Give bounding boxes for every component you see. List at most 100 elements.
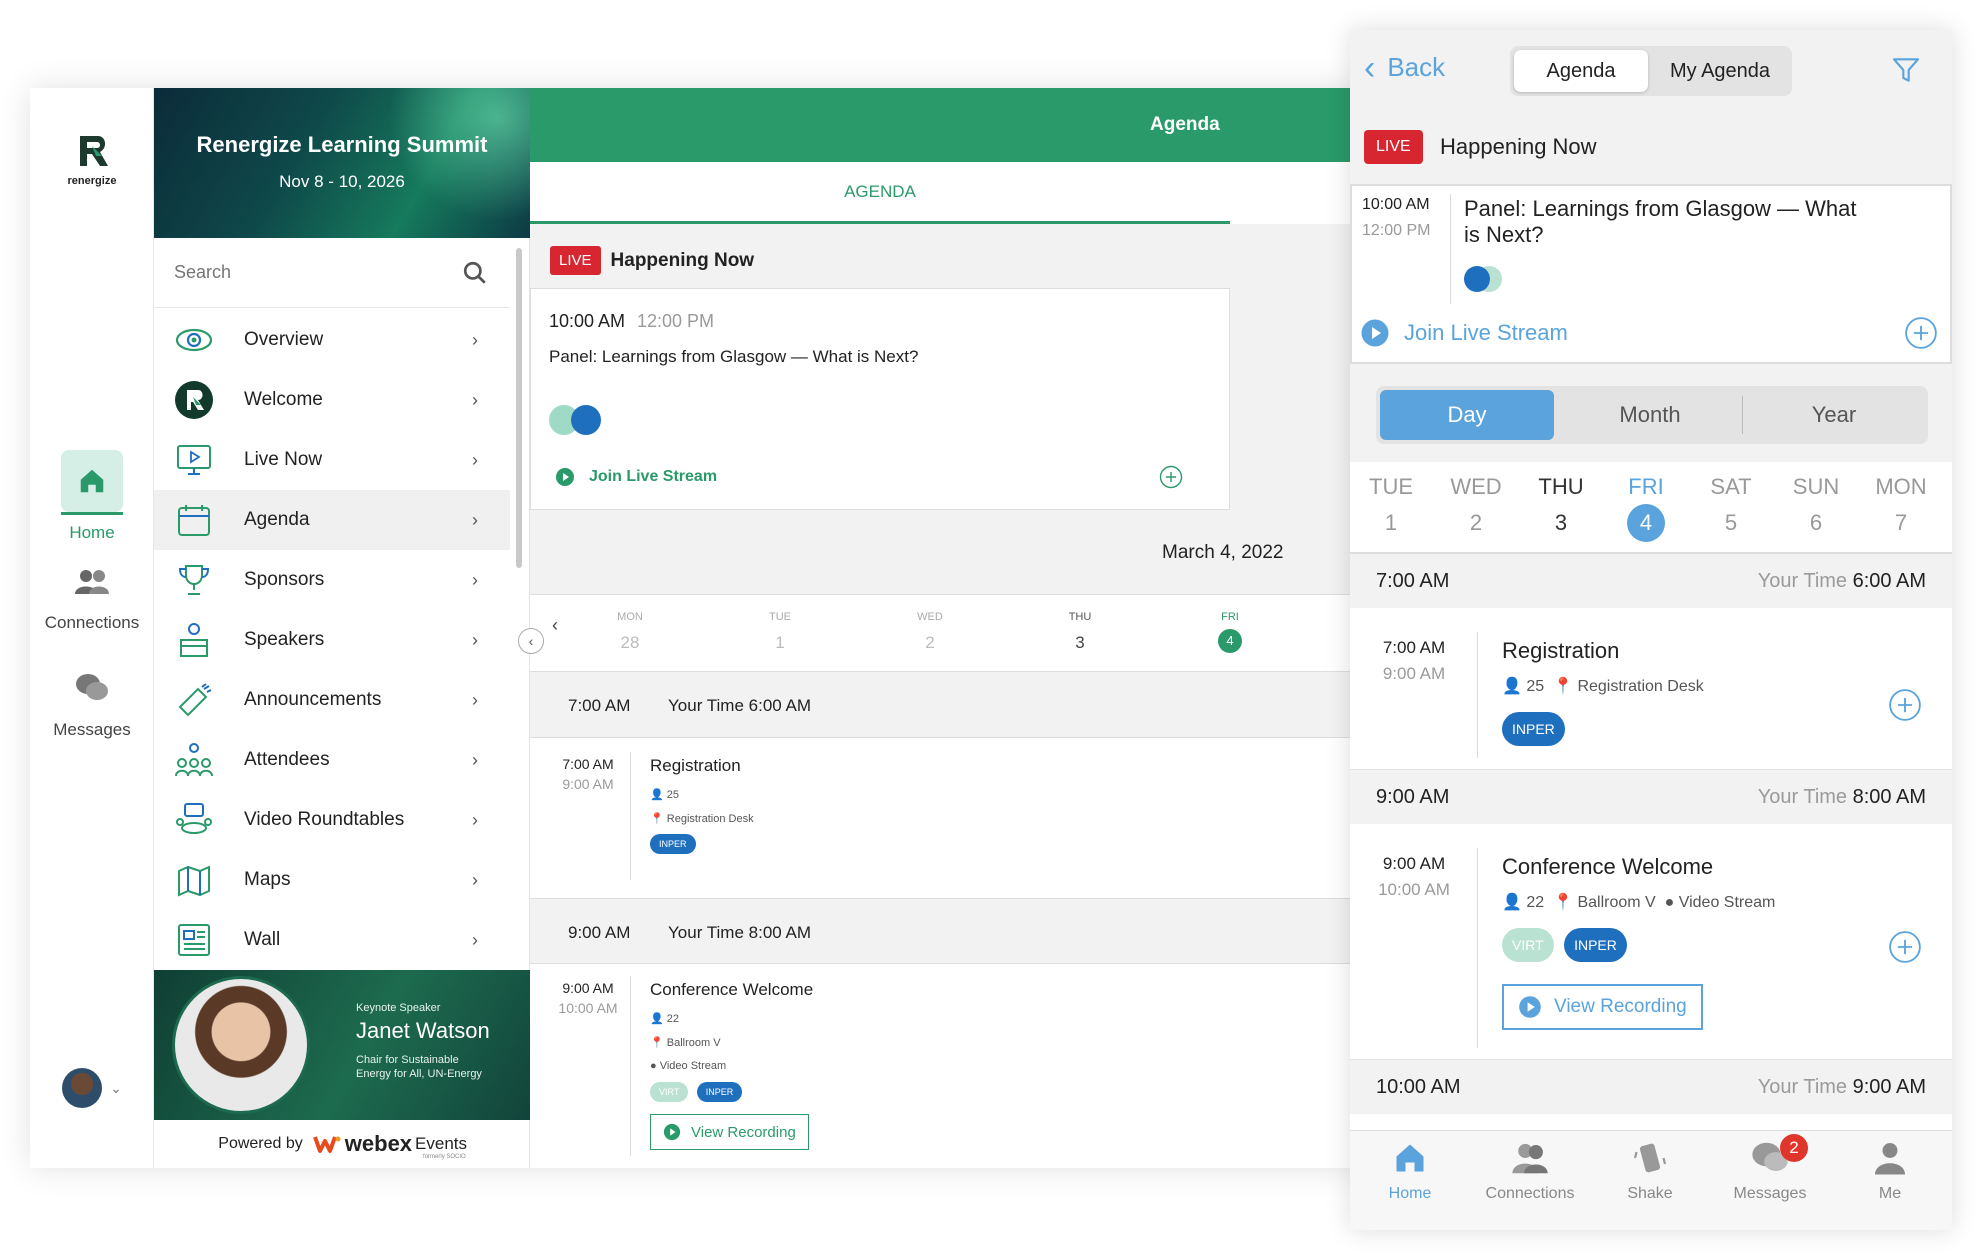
play-circle-icon	[1361, 319, 1389, 347]
tab-connections[interactable]: Connections	[1480, 1140, 1580, 1203]
add-to-agenda-icon[interactable]	[1888, 688, 1922, 722]
live-session-start: 10:00 AM	[1362, 196, 1430, 213]
day-tue[interactable]: TUE 1	[740, 611, 820, 653]
your-time-value: 8:00 AM	[748, 923, 812, 942]
rail-item-messages[interactable]: Messages	[30, 673, 154, 740]
join-live-stream-link[interactable]: Join Live Stream	[555, 467, 717, 487]
nav-item-wall[interactable]: Wall ›	[154, 910, 510, 970]
mobile-session-conference-welcome[interactable]: 9:00 AM 10:00 AM Conference Welcome 👤 22…	[1350, 824, 1952, 1060]
day-sun[interactable]: SUN 6	[1776, 474, 1856, 536]
nav-item-maps[interactable]: Maps ›	[154, 850, 510, 910]
live-session-title: Panel: Learnings from Glasgow — What is …	[549, 347, 919, 366]
tab-agenda[interactable]: AGENDA	[530, 162, 1230, 224]
left-rail: renergize Home Connections Messages ⌄	[30, 88, 154, 1168]
powered-brand: webex	[344, 1131, 413, 1156]
day-tue[interactable]: TUE 1	[1351, 474, 1431, 536]
live-badge: LIVE	[1364, 130, 1423, 164]
user-menu[interactable]: ⌄	[52, 1068, 132, 1108]
add-to-agenda-icon[interactable]	[1888, 930, 1922, 964]
agenda-segmented-control: Agenda My Agenda	[1510, 46, 1792, 96]
time-slot-header: 9:00 AM Your Time 8:00 AM	[1350, 770, 1952, 824]
nav-item-video-roundtables[interactable]: Video Roundtables ›	[154, 790, 510, 850]
day-fri[interactable]: FRI 4	[1606, 474, 1686, 542]
live-session-end: 12:00 PM	[637, 311, 715, 331]
nav-item-agenda[interactable]: Agenda ›	[154, 490, 510, 550]
day-num-selected: 4	[1627, 504, 1665, 542]
agenda-header-title: Agenda	[1150, 114, 1220, 135]
tab-home[interactable]: Home	[1360, 1140, 1460, 1203]
day-wed[interactable]: WED 2	[1436, 474, 1516, 536]
view-recording-button[interactable]: View Recording	[1502, 984, 1703, 1030]
filter-icon[interactable]	[1890, 54, 1922, 86]
add-to-agenda-icon[interactable]	[1159, 465, 1183, 489]
search-input[interactable]	[174, 262, 444, 283]
day-num-selected: 4	[1218, 629, 1242, 653]
nav-scrollbar[interactable]	[516, 248, 522, 568]
person-icon: 👤	[1502, 894, 1522, 911]
app-logo[interactable]: renergize	[52, 132, 132, 187]
range-day[interactable]: Day	[1380, 390, 1554, 440]
session-toggle[interactable]	[549, 405, 603, 435]
day-mon[interactable]: MON 7	[1861, 474, 1941, 536]
view-recording-button[interactable]: View Recording	[650, 1114, 809, 1150]
keynote-card[interactable]: Keynote Speaker Janet Watson Chair for S…	[154, 970, 530, 1120]
day-num: 6	[1809, 510, 1823, 535]
range-year[interactable]: Year	[1744, 390, 1924, 440]
join-live-stream-link[interactable]: Join Live Stream	[1360, 318, 1568, 348]
rail-item-home[interactable]: Home	[30, 450, 154, 543]
collapse-nav-button[interactable]: ‹	[518, 628, 544, 654]
mobile-session-registration[interactable]: 7:00 AM 9:00 AM Registration 👤 25 📍 Regi…	[1350, 608, 1952, 770]
session-count: 25	[666, 789, 680, 801]
chevron-right-icon: ›	[472, 509, 478, 530]
nav-item-sponsors[interactable]: Sponsors ›	[154, 550, 510, 610]
range-month[interactable]: Month	[1560, 390, 1740, 440]
day-dow: TUE	[1369, 474, 1413, 499]
session-registration[interactable]: 7:00 AM 9:00 AM Registration 👤 25 📍 Regi…	[530, 738, 1360, 898]
session-conference-welcome[interactable]: 9:00 AM 10:00 AM Conference Welcome 👤 22…	[530, 964, 1360, 1168]
day-wed[interactable]: WED 2	[890, 611, 970, 653]
nav-item-live-now[interactable]: Live Now ›	[154, 430, 510, 490]
mobile-live-session-card[interactable]: 10:00 AM 12:00 PM Panel: Learnings from …	[1350, 184, 1952, 364]
tab-messages[interactable]: 2 Messages	[1720, 1134, 1820, 1203]
week-prev-icon[interactable]: ‹	[552, 615, 558, 636]
session-divider	[1477, 632, 1478, 758]
shake-phone-icon	[1633, 1143, 1667, 1173]
day-fri[interactable]: FRI 4	[1190, 611, 1270, 653]
tab-me[interactable]: Me	[1840, 1140, 1940, 1203]
your-time-value: 9:00 AM	[1852, 1076, 1926, 1098]
day-mon[interactable]: MON 28	[590, 611, 670, 653]
day-thu[interactable]: THU 3	[1040, 611, 1120, 653]
nav-label: Video Roundtables	[244, 809, 405, 830]
segment-my-agenda[interactable]: My Agenda	[1652, 50, 1788, 92]
search-icon[interactable]	[462, 260, 488, 286]
rail-item-connections[interactable]: Connections	[30, 568, 154, 633]
day-num: 1	[1384, 510, 1398, 535]
session-title: Conference Welcome	[650, 980, 814, 999]
session-toggle[interactable]	[1464, 266, 1504, 292]
mobile-header: ‹ Back Agenda My Agenda	[1350, 30, 1952, 110]
search-bar[interactable]	[154, 238, 510, 308]
nav-item-speakers[interactable]: Speakers ›	[154, 610, 510, 670]
add-to-agenda-icon[interactable]	[1904, 316, 1938, 350]
chevron-right-icon: ›	[472, 329, 478, 350]
powered-brand-suffix: Events	[415, 1134, 468, 1153]
session-end: 9:00 AM	[1382, 664, 1446, 683]
tag-inper: INPER	[696, 1082, 743, 1102]
tab-label: Me	[1878, 1185, 1902, 1202]
nav-item-welcome[interactable]: Welcome ›	[154, 370, 510, 430]
tab-shake[interactable]: Shake	[1600, 1140, 1700, 1203]
back-button[interactable]: ‹ Back	[1364, 51, 1445, 85]
segment-agenda[interactable]: Agenda	[1514, 50, 1648, 92]
nav-item-attendees[interactable]: Attendees ›	[154, 730, 510, 790]
nav-item-overview[interactable]: Overview ›	[154, 310, 510, 370]
day-thu[interactable]: THU 3	[1521, 474, 1601, 536]
nav-label: Wall	[244, 929, 281, 950]
chevron-right-icon: ›	[472, 869, 478, 890]
keynote-role-1: Chair for Sustainable	[356, 1054, 459, 1066]
session-count: 22	[1526, 894, 1545, 911]
your-time-label: Your Time	[668, 696, 744, 715]
day-sat[interactable]: SAT 5	[1691, 474, 1771, 536]
nav-item-announcements[interactable]: Announcements ›	[154, 670, 510, 730]
live-session-card[interactable]: 10:00 AM 12:00 PM Panel: Learnings from …	[530, 288, 1230, 510]
session-location: Ballroom V	[1577, 894, 1656, 911]
